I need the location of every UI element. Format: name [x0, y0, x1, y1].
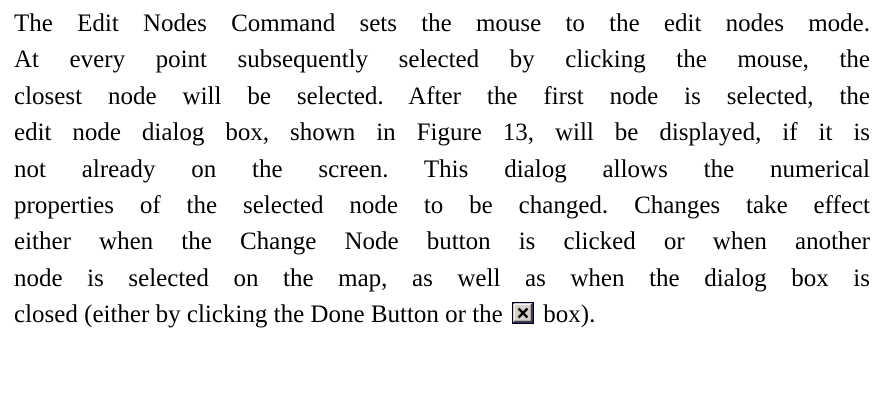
- last-line-text: closed (either by clicking the Done Butt…: [14, 301, 503, 329]
- paragraph-line: edit node dialog box, shown in Figure 13…: [14, 119, 870, 147]
- paragraph-line: The Edit Nodes Command sets the mouse to…: [14, 10, 870, 37]
- paragraph-line: node is selected on the map, as well as …: [14, 264, 870, 292]
- last-line-end-text: box).: [543, 301, 596, 329]
- close-box-icon: [512, 299, 535, 325]
- paragraph-line: not already on the screen. This dialog a…: [14, 155, 870, 183]
- document-paragraph: The Edit Nodes Command sets the mouse to…: [14, 6, 870, 334]
- paragraph-line: properties of the selected node to be ch…: [14, 191, 870, 219]
- paragraph-last-line: closed (either by clicking the Done Butt…: [14, 297, 870, 333]
- paragraph-line: At every point subsequently selected by …: [14, 46, 870, 74]
- paragraph-line: either when the Change Node button is cl…: [14, 228, 870, 256]
- paragraph-line: closest node will be selected. After the…: [14, 82, 870, 110]
